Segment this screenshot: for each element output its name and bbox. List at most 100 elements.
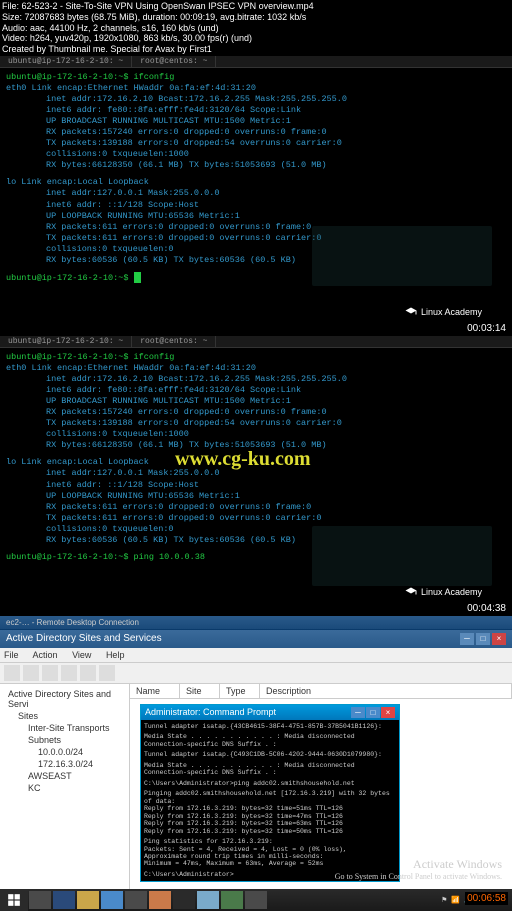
background-window [312, 226, 492, 286]
cmd-line: Reply from 172.16.3.219: bytes=32 time=5… [144, 828, 396, 835]
export-icon[interactable] [80, 665, 96, 681]
timestamp-3: 00:06:58 [465, 892, 508, 905]
eth0-line: TX packets:139188 errors:0 dropped:54 ov… [6, 138, 506, 149]
lo-line: inet addr:127.0.0.1 Mask:255.0.0.0 [6, 188, 506, 199]
menu-view[interactable]: View [72, 650, 91, 660]
start-button[interactable] [0, 889, 28, 911]
command-prompt-window[interactable]: Administrator: Command Prompt ─ □ × Tunn… [140, 704, 400, 882]
taskbar-cmd-icon[interactable] [173, 891, 195, 909]
close-button[interactable]: × [492, 633, 506, 645]
windows-desktop: ec2-… - Remote Desktop Connection Active… [0, 616, 512, 911]
file-line: File: 62-523-2 - Site-To-Site VPN Using … [2, 1, 510, 12]
col-desc[interactable]: Description [260, 684, 512, 698]
command: ifconfig [134, 352, 175, 362]
command: ifconfig [134, 72, 175, 82]
help-icon[interactable] [99, 665, 115, 681]
col-type[interactable]: Type [220, 684, 260, 698]
taskbar-notepad-icon[interactable] [197, 891, 219, 909]
eth0-header: eth0 Link encap:Ethernet HWaddr 0a:fa:ef… [6, 363, 506, 374]
timestamp-2: 00:04:38 [467, 603, 506, 614]
background-window [312, 526, 492, 586]
menu-help[interactable]: Help [106, 650, 125, 660]
prompt: ubuntu@ip-172-16-2-10:~$ [6, 72, 134, 82]
lo-line: TX packets:611 errors:0 dropped:0 overru… [6, 513, 506, 524]
tree-subnet-2[interactable]: 172.16.3.0/24 [4, 758, 125, 770]
eth0-header: eth0 Link encap:Ethernet HWaddr 0a:fa:ef… [6, 83, 506, 94]
cmd-title: Administrator: Command Prompt [145, 707, 276, 718]
cmd-line: Reply from 172.16.3.219: bytes=32 time=4… [144, 813, 396, 820]
minimize-button[interactable]: ─ [460, 633, 474, 645]
terminal-tab-1[interactable]: ubuntu@ip-172-16-2-10: ~ [0, 56, 132, 67]
taskbar-app-icon[interactable] [125, 891, 147, 909]
ad-menubar: File Action View Help [0, 648, 512, 663]
cmd-line: Connection-specific DNS Suffix . : [144, 769, 396, 776]
terminal-tabs: ubuntu@ip-172-16-2-10: ~ root@centos: ~ [0, 336, 512, 348]
taskbar-ad-icon[interactable] [221, 891, 243, 909]
cmd-line: Packets: Sent = 4, Received = 4, Lost = … [144, 846, 396, 853]
eth0-line: collisions:0 txqueuelen:1000 [6, 429, 506, 440]
command-ping: ping 10.0.0.38 [134, 552, 205, 562]
cmd-line: Ping statistics for 172.16.3.219: [144, 838, 396, 845]
eth0-line: inet addr:172.16.2.10 Bcast:172.16.2.255… [6, 94, 506, 105]
col-site[interactable]: Site [180, 684, 220, 698]
tree-root[interactable]: Active Directory Sites and Servi [4, 688, 125, 710]
cmd-line: Pinging addc02.smithshousehold.net [172.… [144, 790, 396, 805]
tray-flag-icon[interactable]: ⚑ [441, 896, 447, 904]
maximize-button[interactable]: □ [476, 633, 490, 645]
video-line: Video: h264, yuv420p, 1920x1080, 863 kb/… [2, 33, 510, 44]
lo-line: inet6 addr: ::1/128 Scope:Host [6, 200, 506, 211]
tree-awseast[interactable]: AWSEAST [4, 770, 125, 782]
taskbar-powershell-icon[interactable] [53, 891, 75, 909]
video-metadata: File: 62-523-2 - Site-To-Site VPN Using … [0, 0, 512, 56]
linux-academy-badge: Linux Academy [405, 586, 482, 598]
taskbar-explorer-icon[interactable] [77, 891, 99, 909]
terminal-tab-1[interactable]: ubuntu@ip-172-16-2-10: ~ [0, 336, 132, 347]
created-line: Created by Thumbnail me. Special for Ava… [2, 44, 510, 55]
lo-line: inet6 addr: ::1/128 Scope:Host [6, 480, 506, 491]
back-icon[interactable] [4, 665, 20, 681]
tree-subnet-1[interactable]: 10.0.0.0/24 [4, 746, 125, 758]
terminal-tabs: ubuntu@ip-172-16-2-10: ~ root@centos: ~ [0, 56, 512, 68]
cursor [134, 272, 141, 283]
eth0-line: TX packets:139188 errors:0 dropped:54 ov… [6, 418, 506, 429]
col-name[interactable]: Name [130, 684, 180, 698]
terminal-tab-2[interactable]: root@centos: ~ [132, 336, 216, 347]
ad-titlebar[interactable]: Active Directory Sites and Services ─ □ … [0, 630, 512, 648]
tree-kc[interactable]: KC [4, 782, 125, 794]
eth0-line: inet6 addr: fe80::8fa:efff:fe4d:3120/64 … [6, 385, 506, 396]
refresh-icon[interactable] [61, 665, 77, 681]
cmd-close-button[interactable]: × [381, 707, 395, 718]
terminal-tab-2[interactable]: root@centos: ~ [132, 56, 216, 67]
ad-title: Active Directory Sites and Services [6, 633, 162, 644]
tree-ist[interactable]: Inter-Site Transports [4, 722, 125, 734]
up-icon[interactable] [42, 665, 58, 681]
lo-header: lo Link encap:Local Loopback [6, 177, 506, 188]
cmd-minimize-button[interactable]: ─ [351, 707, 365, 718]
taskbar-ie-icon[interactable] [101, 891, 123, 909]
watermark: www.cg-ku.com [175, 448, 311, 471]
cmd-line: Reply from 172.16.3.219: bytes=32 time=6… [144, 820, 396, 827]
activate-title: Activate Windows [335, 857, 502, 872]
tray-network-icon[interactable]: 📶 [451, 896, 460, 904]
cmd-titlebar[interactable]: Administrator: Command Prompt ─ □ × [141, 705, 399, 720]
taskbar-server-manager-icon[interactable] [29, 891, 51, 909]
cmd-line: Connection-specific DNS Suffix . : [144, 741, 396, 748]
taskbar-app-icon[interactable] [149, 891, 171, 909]
tree-sites[interactable]: Sites [4, 710, 125, 722]
prompt: ubuntu@ip-172-16-2-10:~$ [6, 552, 134, 562]
eth0-line: RX packets:157240 errors:0 dropped:0 ove… [6, 407, 506, 418]
cmd-maximize-button[interactable]: □ [366, 707, 380, 718]
size-line: Size: 72087683 bytes (68.75 MiB), durati… [2, 12, 510, 23]
terminal-1: ubuntu@ip-172-16-2-10: ~ root@centos: ~ … [0, 56, 512, 336]
eth0-line: UP BROADCAST RUNNING MULTICAST MTU:1500 … [6, 396, 506, 407]
tree-subnets[interactable]: Subnets [4, 734, 125, 746]
taskbar-app-icon[interactable] [245, 891, 267, 909]
terminal-2: ubuntu@ip-172-16-2-10: ~ root@centos: ~ … [0, 336, 512, 616]
cmd-line: Media State . . . . . . . . . . . : Medi… [144, 762, 396, 769]
menu-action[interactable]: Action [33, 650, 58, 660]
lo-line: RX packets:611 errors:0 dropped:0 overru… [6, 502, 506, 513]
taskbar: ⚑ 📶 🔊 1:16 PM 8/21/2014 [0, 889, 512, 911]
ad-toolbar [0, 663, 512, 684]
menu-file[interactable]: File [4, 650, 19, 660]
forward-icon[interactable] [23, 665, 39, 681]
